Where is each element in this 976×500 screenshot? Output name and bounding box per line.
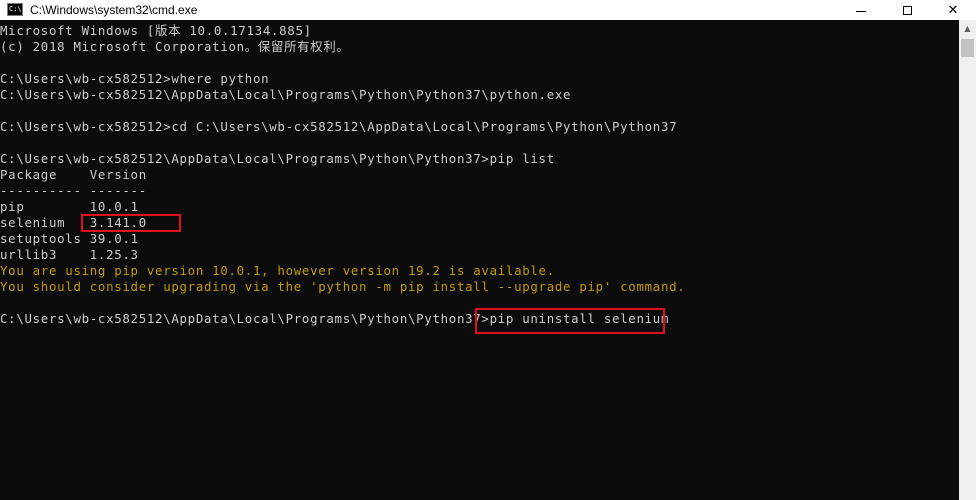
chevron-up-icon: ▲ [964,24,971,33]
console-line: (c) 2018 Microsoft Corporation。保留所有权利。 [0,39,350,54]
uninstall-command-highlight [475,308,665,334]
pip-warning-line: You should consider upgrading via the 'p… [0,279,686,294]
console-line: urllib3 1.25.3 [0,247,139,262]
console-line: C:\Users\wb-cx582512>cd C:\Users\wb-cx58… [0,119,678,134]
title-bar[interactable]: C:\ C:\Windows\system32\cmd.exe ✕ [0,0,976,20]
console-line: setuptools 39.0.1 [0,231,139,246]
maximize-button[interactable] [884,0,930,20]
console-line: C:\Users\wb-cx582512>where python [0,71,270,86]
cmd-app-icon: C:\ [7,3,23,16]
scroll-thumb[interactable] [961,39,974,57]
console-line: C:\Users\wb-cx582512\AppData\Local\Progr… [0,151,555,166]
minimize-button[interactable] [838,0,884,20]
console-line: pip 10.0.1 [0,199,139,214]
vertical-scrollbar[interactable]: ▲ [959,20,976,500]
console-line: Microsoft Windows [版本 10.0.17134.885] [0,23,312,38]
scroll-up-button[interactable]: ▲ [959,20,976,37]
console-line: ---------- ------- [0,183,147,198]
minimize-icon [856,10,866,12]
close-icon: ✕ [947,2,959,18]
console-line: Package Version [0,167,147,182]
selenium-version-highlight [81,214,181,232]
maximize-icon [902,5,912,15]
console-line: C:\Users\wb-cx582512\AppData\Local\Progr… [0,87,572,102]
close-button[interactable]: ✕ [930,0,976,20]
console-output[interactable]: Microsoft Windows [版本 10.0.17134.885] (c… [0,20,959,500]
window-title: C:\Windows\system32\cmd.exe [30,3,198,17]
pip-warning-line: You are using pip version 10.0.1, howeve… [0,263,555,278]
